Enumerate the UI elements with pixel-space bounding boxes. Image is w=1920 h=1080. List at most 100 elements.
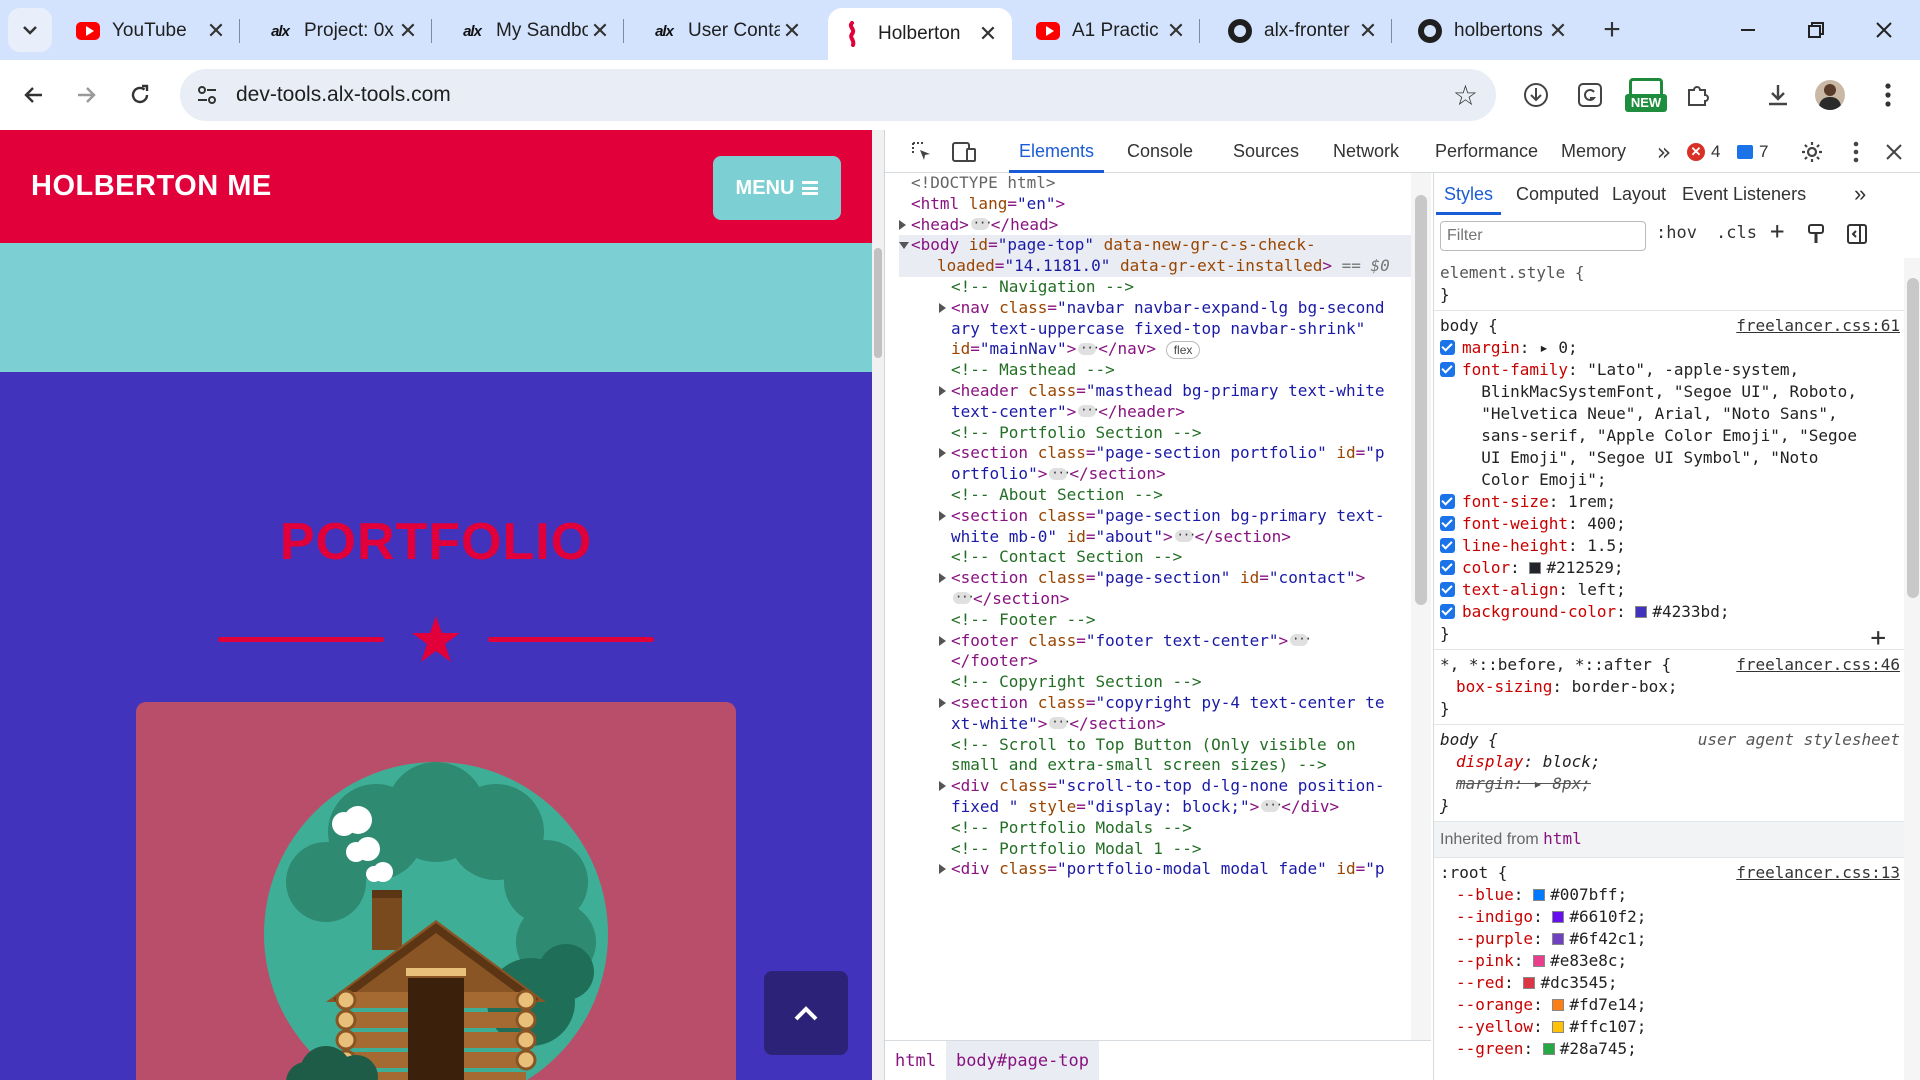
color-swatch[interactable] xyxy=(1542,1042,1555,1055)
device-toolbar-icon[interactable] xyxy=(951,139,977,165)
dom-node-line[interactable]: <!-- Contact Section --> xyxy=(899,547,1419,568)
forward-button[interactable] xyxy=(64,73,108,117)
expand-triangle-icon[interactable] xyxy=(939,781,946,792)
body-rule[interactable]: freelancer.css:61 body { margin: ▸ 0; fon… xyxy=(1434,311,1904,651)
dom-node-line[interactable]: <!-- Footer --> xyxy=(899,610,1419,631)
menu-button[interactable]: MENU xyxy=(713,156,841,220)
tab-event-listeners[interactable]: Event Listeners xyxy=(1674,173,1814,215)
rule-source-link[interactable]: freelancer.css:13 xyxy=(1736,862,1900,884)
tab-a1-practice[interactable]: A1 Practic ✕ xyxy=(1022,10,1200,52)
tab-elements[interactable]: Elements xyxy=(1009,130,1105,173)
new-extension-badge[interactable]: NEW xyxy=(1625,78,1667,114)
dom-node-line[interactable]: <section class="page-section" id="contac… xyxy=(899,568,1419,589)
breadcrumb-body[interactable]: body#page-top xyxy=(945,1040,1100,1080)
reload-button[interactable] xyxy=(118,73,162,117)
inherited-from-element[interactable]: html xyxy=(1543,829,1582,848)
scrollbar-thumb[interactable] xyxy=(1415,195,1427,605)
expand-triangle-icon[interactable] xyxy=(939,448,946,459)
collapse-triangle-icon[interactable] xyxy=(899,242,909,250)
inspect-element-icon[interactable] xyxy=(909,139,935,165)
site-brand[interactable]: HOLBERTON ME xyxy=(31,170,272,203)
tab-console[interactable]: Console xyxy=(1117,130,1203,173)
more-tabs-icon[interactable]: » xyxy=(1651,138,1677,166)
tab-sandbox[interactable]: alx My Sandbo ✕ xyxy=(446,10,624,52)
color-swatch[interactable] xyxy=(1529,561,1542,574)
settings-gear-icon[interactable] xyxy=(1799,139,1825,165)
rule-source-link[interactable]: freelancer.css:61 xyxy=(1736,315,1900,337)
css-variable-row[interactable]: --pink: #e83e8c; xyxy=(1440,950,1898,972)
bookmark-star-icon[interactable]: ☆ xyxy=(1453,79,1478,112)
css-variable-row[interactable]: --yellow: #ffc107; xyxy=(1440,1016,1898,1038)
scrollbar-thumb[interactable] xyxy=(874,248,882,358)
color-swatch[interactable] xyxy=(1533,888,1546,901)
property-checkbox[interactable] xyxy=(1440,538,1455,553)
dom-node-line[interactable]: <!-- Portfolio Section --> xyxy=(899,423,1419,444)
avatar[interactable] xyxy=(1815,80,1845,110)
property-row[interactable]: font-family: "Lato", -apple-system, Blin… xyxy=(1440,359,1898,491)
element-style-rule[interactable]: element.style { } xyxy=(1434,258,1904,311)
expand-triangle-icon[interactable] xyxy=(939,510,946,521)
dom-node-line[interactable]: <section class="copyright py-4 text-cent… xyxy=(899,693,1419,714)
dom-node-line[interactable]: <!-- Portfolio Modals --> xyxy=(899,818,1419,839)
devtools-menu-icon[interactable] xyxy=(1843,139,1869,165)
expand-triangle-icon[interactable] xyxy=(939,697,946,708)
dom-node-line[interactable]: <!-- Copyright Section --> xyxy=(899,672,1419,693)
scrollbar-thumb[interactable] xyxy=(1907,278,1919,598)
dom-node-line[interactable]: <!DOCTYPE html> xyxy=(899,173,1419,194)
dom-node-line[interactable]: <div class="portfolio-modal modal fade" … xyxy=(899,859,1419,880)
property-row[interactable]: text-align: left; xyxy=(1440,579,1898,601)
css-variable-row[interactable]: --blue: #007bff; xyxy=(1440,884,1898,906)
scroll-to-top-button[interactable] xyxy=(764,971,848,1055)
dom-node-line[interactable]: xt-white"></section> xyxy=(899,712,1419,735)
close-icon[interactable]: ✕ xyxy=(588,18,612,43)
tab-search-button[interactable] xyxy=(8,8,52,52)
property-checkbox[interactable] xyxy=(1440,494,1455,509)
color-swatch[interactable] xyxy=(1635,605,1648,618)
dom-node-line[interactable]: text-center"></header> xyxy=(899,400,1419,423)
page-scrollbar[interactable] xyxy=(872,130,884,1080)
site-info-icon[interactable] xyxy=(194,82,220,108)
css-variable-row[interactable]: --green: #28a745; xyxy=(1440,1038,1898,1060)
styles-scrollbar[interactable] xyxy=(1904,258,1920,1080)
expand-triangle-icon[interactable] xyxy=(899,219,906,230)
close-icon[interactable]: ✕ xyxy=(1546,18,1570,43)
dom-node-line[interactable]: <!-- About Section --> xyxy=(899,485,1419,506)
more-tabs-icon[interactable]: » xyxy=(1846,173,1874,215)
address-bar[interactable]: dev-tools.alx-tools.com ☆ xyxy=(180,69,1496,121)
extension-button[interactable] xyxy=(1516,75,1556,115)
close-devtools-icon[interactable] xyxy=(1881,139,1907,165)
dom-node-line[interactable]: <header class="masthead bg-primary text-… xyxy=(899,381,1419,402)
toggle-sidebar-icon[interactable] xyxy=(1846,223,1868,250)
dom-node-line[interactable]: <section class="page-section bg-primary … xyxy=(899,506,1419,527)
minimize-button[interactable] xyxy=(1718,8,1778,52)
downloads-button[interactable] xyxy=(1758,75,1798,115)
styles-filter-input[interactable] xyxy=(1440,221,1646,251)
property-checkbox[interactable] xyxy=(1440,560,1455,575)
new-tab-button[interactable]: + xyxy=(1594,12,1630,48)
close-icon[interactable]: ✕ xyxy=(204,18,228,43)
tab-styles[interactable]: Styles xyxy=(1436,173,1502,215)
dom-node-line[interactable]: <!-- Portfolio Modal 1 --> xyxy=(899,839,1419,860)
property-checkbox[interactable] xyxy=(1440,604,1455,619)
property-checkbox[interactable] xyxy=(1440,516,1455,531)
browser-menu-button[interactable] xyxy=(1868,75,1908,115)
dom-node-line[interactable]: <!-- Navigation --> xyxy=(899,277,1419,298)
property-row[interactable]: box-sizing: border-box; xyxy=(1440,676,1898,698)
breadcrumb-html[interactable]: html xyxy=(885,1041,946,1080)
dom-node-line[interactable]: <div class="scroll-to-top d-lg-none posi… xyxy=(899,776,1419,797)
tab-user-container[interactable]: alx User Conta ✕ xyxy=(638,10,816,52)
property-row[interactable]: margin: ▸ 0; xyxy=(1440,337,1898,359)
color-swatch[interactable] xyxy=(1552,932,1565,945)
dom-node-line[interactable]: white mb-0" id="about"></section> xyxy=(899,525,1419,548)
dom-node-line[interactable]: <nav class="navbar navbar-expand-lg bg-s… xyxy=(899,298,1419,319)
restore-button[interactable] xyxy=(1786,8,1846,52)
tab-sources[interactable]: Sources xyxy=(1223,130,1309,173)
error-badge[interactable]: ✕ 4 xyxy=(1687,142,1720,162)
dom-node-line[interactable]: <section class="page-section portfolio" … xyxy=(899,443,1419,464)
dom-node-line[interactable]: small and extra-small screen sizes) --> xyxy=(899,755,1419,776)
close-icon[interactable]: ✕ xyxy=(1164,18,1188,43)
dom-node-line[interactable]: <head></head> xyxy=(899,213,1419,236)
property-row[interactable]: line-height: 1.5; xyxy=(1440,535,1898,557)
property-row[interactable]: background-color: #4233bd; xyxy=(1440,601,1898,623)
root-rule[interactable]: freelancer.css:13 :root { --blue: #007bf… xyxy=(1434,858,1904,1064)
